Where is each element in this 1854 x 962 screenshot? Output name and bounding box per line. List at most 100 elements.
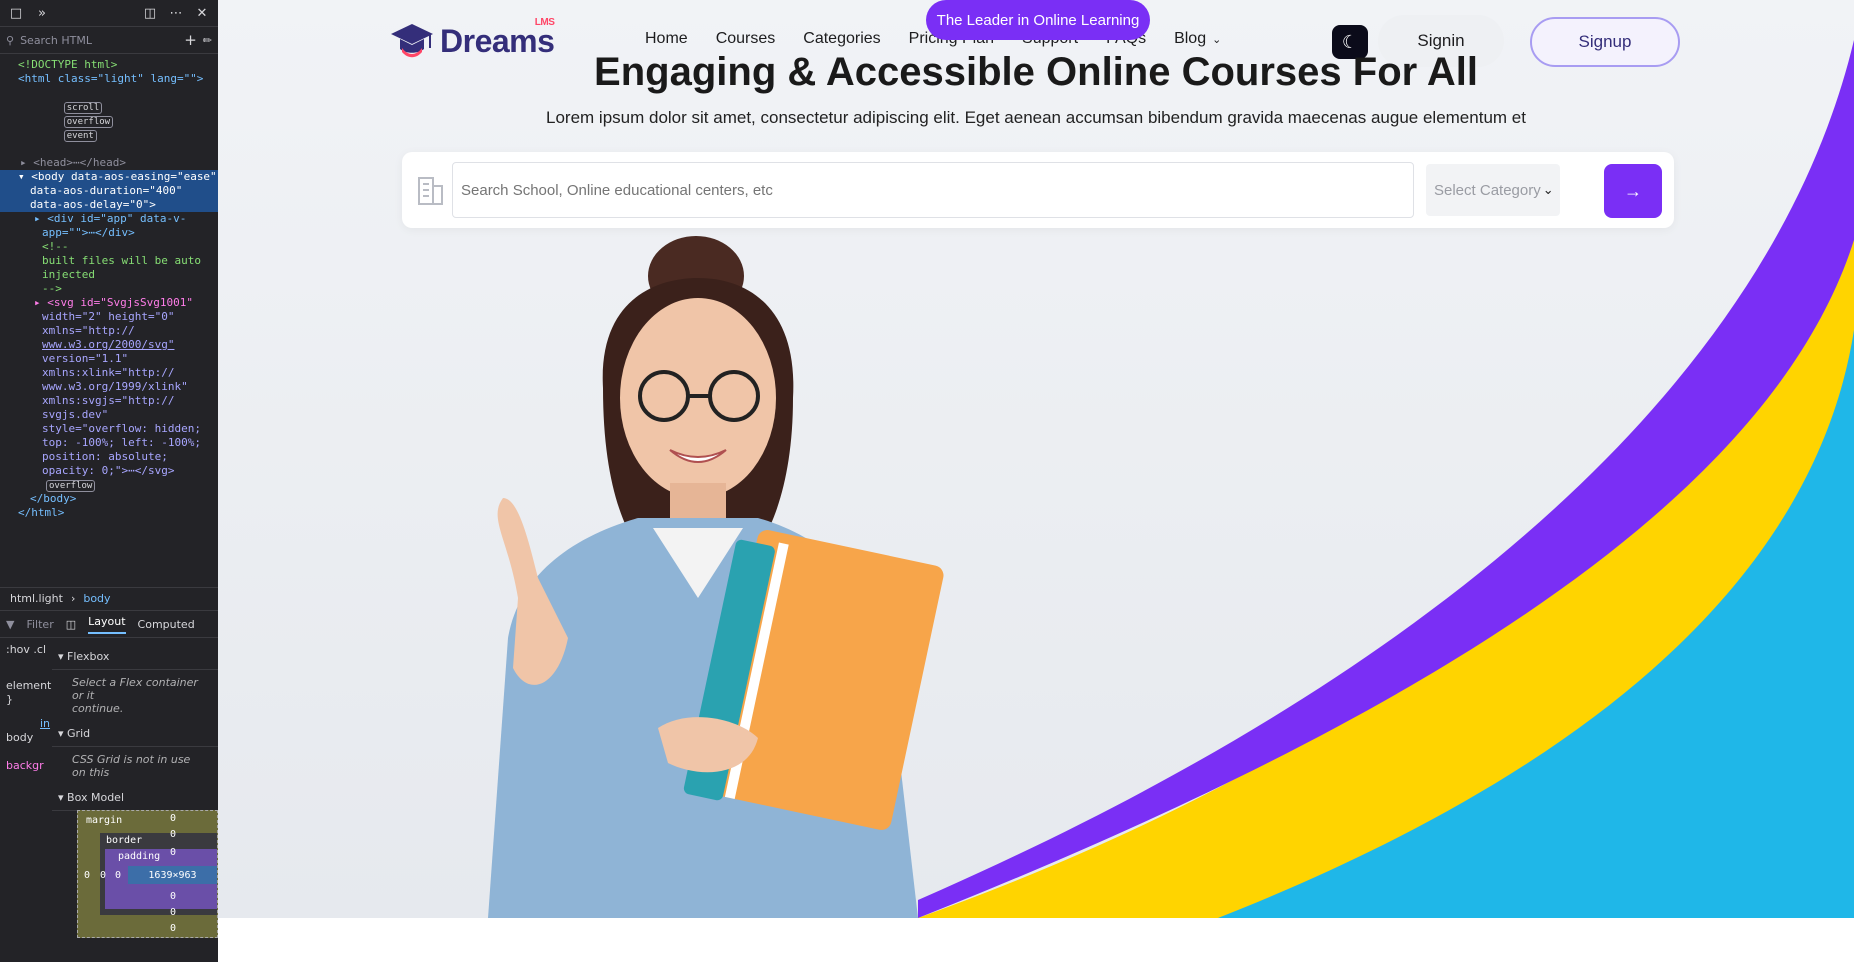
dom-svg-line-4: version="1.1" <box>42 352 129 365</box>
nav-home[interactable]: Home <box>645 30 688 48</box>
leader-badge: The Leader in Online Learning <box>926 0 1150 40</box>
nav-blog-label: Blog <box>1174 30 1207 47</box>
dom-html-close: </html> <box>18 506 65 519</box>
margin-left-value[interactable]: 0 <box>84 870 90 881</box>
badge-scroll[interactable]: scroll <box>63 102 103 114</box>
border-label: border <box>106 835 143 846</box>
nav-categories[interactable]: Categories <box>803 30 880 48</box>
gutter-body: body <box>6 731 34 744</box>
section-boxmodel[interactable]: ▾ Box Model <box>52 785 218 811</box>
dom-tree: <!DOCTYPE html> <html class="light" lang… <box>0 54 218 520</box>
search-submit-button[interactable]: → <box>1604 164 1662 218</box>
chevron-down-icon: ⌄ <box>1542 182 1554 197</box>
dom-comment-2: built files will be auto <box>42 254 201 267</box>
more-tools-icon[interactable]: » <box>34 5 50 21</box>
dom-body-close: </body> <box>30 492 77 505</box>
dom-breadcrumb: html.light › body <box>0 587 218 609</box>
overflow-menu-icon[interactable]: ⋯ <box>168 5 184 21</box>
dom-app-div[interactable]: ▸ <div id="app" data-v- <box>0 212 218 226</box>
dom-svg-line-1: width="2" height="0" <box>42 310 175 323</box>
website-viewport: Dreams LMS Home Courses Categories Pricin… <box>218 0 1854 962</box>
breadcrumb-body[interactable]: body <box>83 592 110 605</box>
dock-side-icon[interactable]: ◫ <box>142 5 158 21</box>
dom-svg-line-2: xmlns="http:// <box>42 324 135 337</box>
dom-svg-line-6: www.w3.org/1999/xlink" <box>42 380 188 393</box>
badge-overflow[interactable]: overflow <box>63 116 114 128</box>
rules-gutter: :hov .cl element } in body backgr <box>6 643 51 773</box>
badge-event[interactable]: event <box>63 130 97 142</box>
filter-input[interactable]: Filter <box>26 618 53 631</box>
tab-computed[interactable]: Computed <box>138 618 195 631</box>
logo-lms-superscript: LMS <box>534 16 555 28</box>
close-icon[interactable]: ✕ <box>194 5 210 21</box>
margin-bottom-value[interactable]: 0 <box>170 923 176 934</box>
padding-top-value[interactable]: 0 <box>170 847 176 858</box>
building-icon <box>418 177 443 205</box>
hero-headline: Engaging & Accessible Online Courses For… <box>594 50 1478 94</box>
eyedropper-icon[interactable]: ✏ <box>203 34 212 47</box>
dom-comment-4: --> <box>42 282 62 295</box>
dom-comment-3: injected <box>42 268 95 281</box>
add-node-icon[interactable]: + <box>184 31 197 49</box>
badge-svg-overflow[interactable]: overflow <box>46 480 96 492</box>
category-select[interactable]: Select Category ⌄ <box>1426 164 1560 216</box>
sidebar-toggle-icon[interactable]: ◫ <box>66 618 76 631</box>
margin-label: margin <box>86 815 123 826</box>
margin-top-value[interactable]: 0 <box>170 813 176 824</box>
padding-bottom-value[interactable]: 0 <box>170 891 176 902</box>
dom-head-node[interactable]: ▸ <head>⋯</head> <box>0 156 218 170</box>
arrow-right-icon: → <box>1624 180 1642 201</box>
gutter-inherited[interactable]: in <box>6 717 51 731</box>
flexbox-note: Select a Flex container or it continue. <box>52 670 218 721</box>
dom-svg-line-3: www.w3.org/2000/svg" <box>42 338 175 351</box>
dom-svg-line-9: style="overflow: hidden; <box>42 422 201 435</box>
hero-subtitle: Lorem ipsum dolor sit amet, consectetur … <box>546 108 1526 127</box>
section-grid[interactable]: ▾ Grid <box>52 721 218 747</box>
border-bottom-value[interactable]: 0 <box>170 907 176 918</box>
section-flexbox-title: Flexbox <box>67 650 110 663</box>
content-box[interactable]: 1639×963 <box>128 866 217 884</box>
padding-label: padding <box>118 851 161 862</box>
padding-left-value[interactable]: 0 <box>115 870 121 881</box>
search-input[interactable] <box>452 162 1414 218</box>
nav-blog[interactable]: Blog ⌄ <box>1174 30 1221 48</box>
dom-body-node[interactable]: ▾ <body data-aos-easing="ease" data-aos-… <box>0 170 218 212</box>
grid-note: CSS Grid is not in use on this <box>72 753 191 779</box>
dom-svg-line-7: xmlns:svgjs="http:// <box>42 394 175 407</box>
dom-svg-line-0[interactable]: ▸ <svg id="SvgjsSvg1001" <box>0 296 218 310</box>
search-icon: ⚲ <box>6 33 15 47</box>
dom-svg-line-10: top: -100%; left: -100%; <box>42 436 201 449</box>
dom-body-line-3: data-aos-delay="0"> <box>30 198 156 211</box>
html-search-input[interactable]: Search HTML <box>20 34 178 47</box>
section-flexbox[interactable]: ▾ Flexbox <box>52 644 218 670</box>
dom-svg-line-8: svgjs.dev" <box>42 408 109 421</box>
chevron-down-icon: ⌄ <box>1212 33 1222 46</box>
element-picker-icon[interactable]: □ <box>8 5 24 21</box>
dom-app-line-2: app="">⋯</div> <box>42 226 135 239</box>
filter-icon: ▼ <box>6 617 15 631</box>
dom-body-line-1: <body data-aos-easing="ease" <box>31 170 217 183</box>
cls-toggle[interactable]: .cl <box>33 643 46 656</box>
dom-body-line-2: data-aos-duration="400" <box>30 184 183 197</box>
border-left-value[interactable]: 0 <box>100 870 106 881</box>
category-select-value: Select Category <box>1434 181 1541 199</box>
box-model-diagram: margin 0 border 0 padding 0 1639×963 0 0… <box>77 810 218 938</box>
border-top-value[interactable]: 0 <box>170 829 176 840</box>
nav-courses[interactable]: Courses <box>716 30 776 48</box>
breadcrumb-html[interactable]: html.light <box>10 592 63 605</box>
tab-layout[interactable]: Layout <box>88 615 126 634</box>
gutter-brace: } <box>6 693 13 706</box>
dom-svg-line-5: xmlns:xlink="http:// <box>42 366 175 379</box>
student-photo <box>488 236 944 918</box>
below-hero <box>218 918 1854 962</box>
dom-doctype[interactable]: <!DOCTYPE html> <box>0 58 218 72</box>
flexbox-note-line-1: Select a Flex container or it <box>72 676 198 702</box>
hero-section: Dreams LMS Home Courses Categories Pricin… <box>218 0 1854 918</box>
dom-html-badges: scroll overflow event <box>0 86 218 156</box>
gutter-backgr: backgr <box>6 759 44 772</box>
hov-toggle[interactable]: :hov <box>6 643 30 656</box>
dom-svg-line-12: opacity: 0;">⋯</svg> <box>42 464 175 477</box>
flexbox-note-line-2: continue. <box>72 702 124 715</box>
dom-app-line-1: <div id="app" data-v- <box>47 212 187 225</box>
dom-html-node[interactable]: <html class="light" lang=""> <box>0 72 218 86</box>
